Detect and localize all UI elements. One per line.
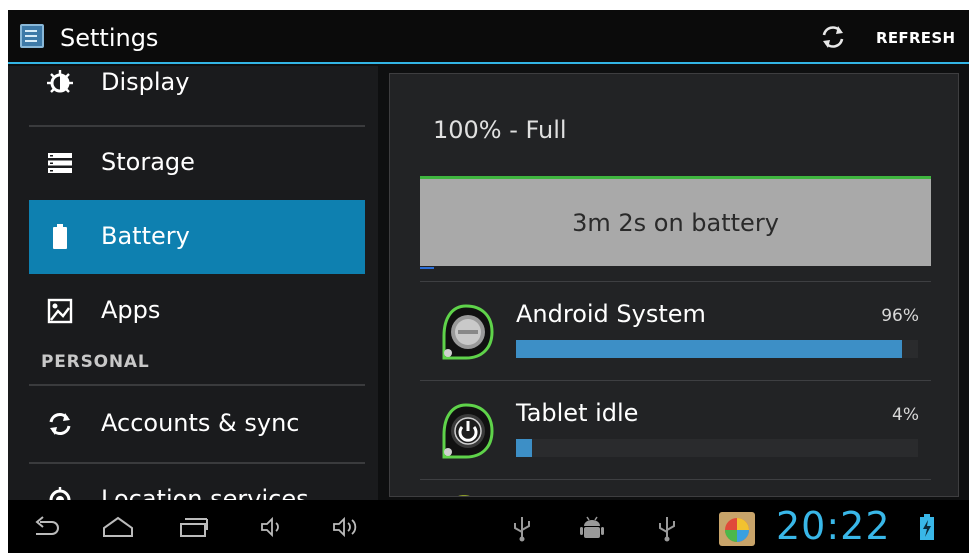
volume-down-icon[interactable] xyxy=(256,514,288,540)
section-header-personal: PERSONAL xyxy=(41,352,150,372)
play-store-bag-icon[interactable] xyxy=(716,506,758,548)
volume-up-icon[interactable] xyxy=(330,514,362,540)
settings-item-label: Storage xyxy=(101,148,195,176)
usage-row-tablet-idle[interactable]: Tablet idle 4% xyxy=(420,381,931,479)
android-debug-icon[interactable] xyxy=(578,514,606,542)
refresh-button[interactable]: REFRESH xyxy=(876,29,955,47)
section-divider xyxy=(29,384,365,386)
display-icon xyxy=(47,70,73,93)
tablet-idle-icon xyxy=(442,403,494,459)
settings-item-display[interactable]: Display xyxy=(29,66,365,120)
settings-list: Display Storage Battery Apps PERSONAL Ac… xyxy=(8,66,378,500)
settings-app-icon[interactable] xyxy=(20,24,44,48)
tablet-screen: Settings REFRESH Display Storage Battery… xyxy=(8,10,969,553)
divider xyxy=(420,479,931,480)
usage-name: Android System xyxy=(516,300,706,328)
back-icon[interactable] xyxy=(30,514,62,540)
settings-item-label: Display xyxy=(101,68,190,96)
settings-item-apps[interactable]: Apps xyxy=(29,274,365,348)
settings-item-accounts-sync[interactable]: Accounts & sync xyxy=(29,387,365,461)
battery-charge-status: 100% - Full xyxy=(433,116,567,144)
usage-row-android-system[interactable]: Android System 96% xyxy=(420,282,931,380)
battery-icon xyxy=(53,224,67,249)
storage-icon xyxy=(48,153,72,173)
usage-bar-track xyxy=(516,439,918,457)
partial-android-icon xyxy=(458,495,470,496)
settings-item-battery[interactable]: Battery xyxy=(29,200,365,274)
recent-apps-icon[interactable] xyxy=(178,514,210,540)
battery-charging-icon xyxy=(920,514,934,540)
battery-graph-text: 3m 2s on battery xyxy=(572,209,779,237)
settings-item-label: Battery xyxy=(101,222,190,250)
android-system-icon xyxy=(442,304,494,360)
status-clock: 20:22 xyxy=(776,504,891,548)
settings-item-label: Apps xyxy=(101,296,161,324)
graph-charge-indicator xyxy=(420,267,434,269)
battery-detail-pane: 100% - Full 3m 2s on battery Android Sys… xyxy=(389,73,959,497)
usage-bar-fill xyxy=(516,340,902,358)
settings-item-label: Location services xyxy=(101,485,309,500)
app-title: Settings xyxy=(60,24,159,52)
usb-icon-2[interactable] xyxy=(653,514,681,542)
settings-item-location[interactable]: Location services xyxy=(29,463,365,500)
usage-bar-track xyxy=(516,340,918,358)
home-icon[interactable] xyxy=(102,514,134,540)
settings-item-storage[interactable]: Storage xyxy=(29,126,365,200)
usb-icon[interactable] xyxy=(508,514,536,542)
refresh-icon[interactable] xyxy=(820,24,846,50)
usage-name: Tablet idle xyxy=(516,399,639,427)
action-bar: Settings REFRESH xyxy=(8,10,969,64)
usage-percent: 4% xyxy=(892,405,919,425)
usage-bar-fill xyxy=(516,439,533,457)
battery-history-graph[interactable]: 3m 2s on battery xyxy=(420,176,931,266)
sync-icon xyxy=(49,413,71,435)
settings-item-label: Accounts & sync xyxy=(101,409,300,437)
usage-percent: 96% xyxy=(881,306,919,326)
location-icon xyxy=(49,487,71,500)
system-bar: 20:22 xyxy=(8,500,969,553)
apps-icon xyxy=(47,298,73,324)
